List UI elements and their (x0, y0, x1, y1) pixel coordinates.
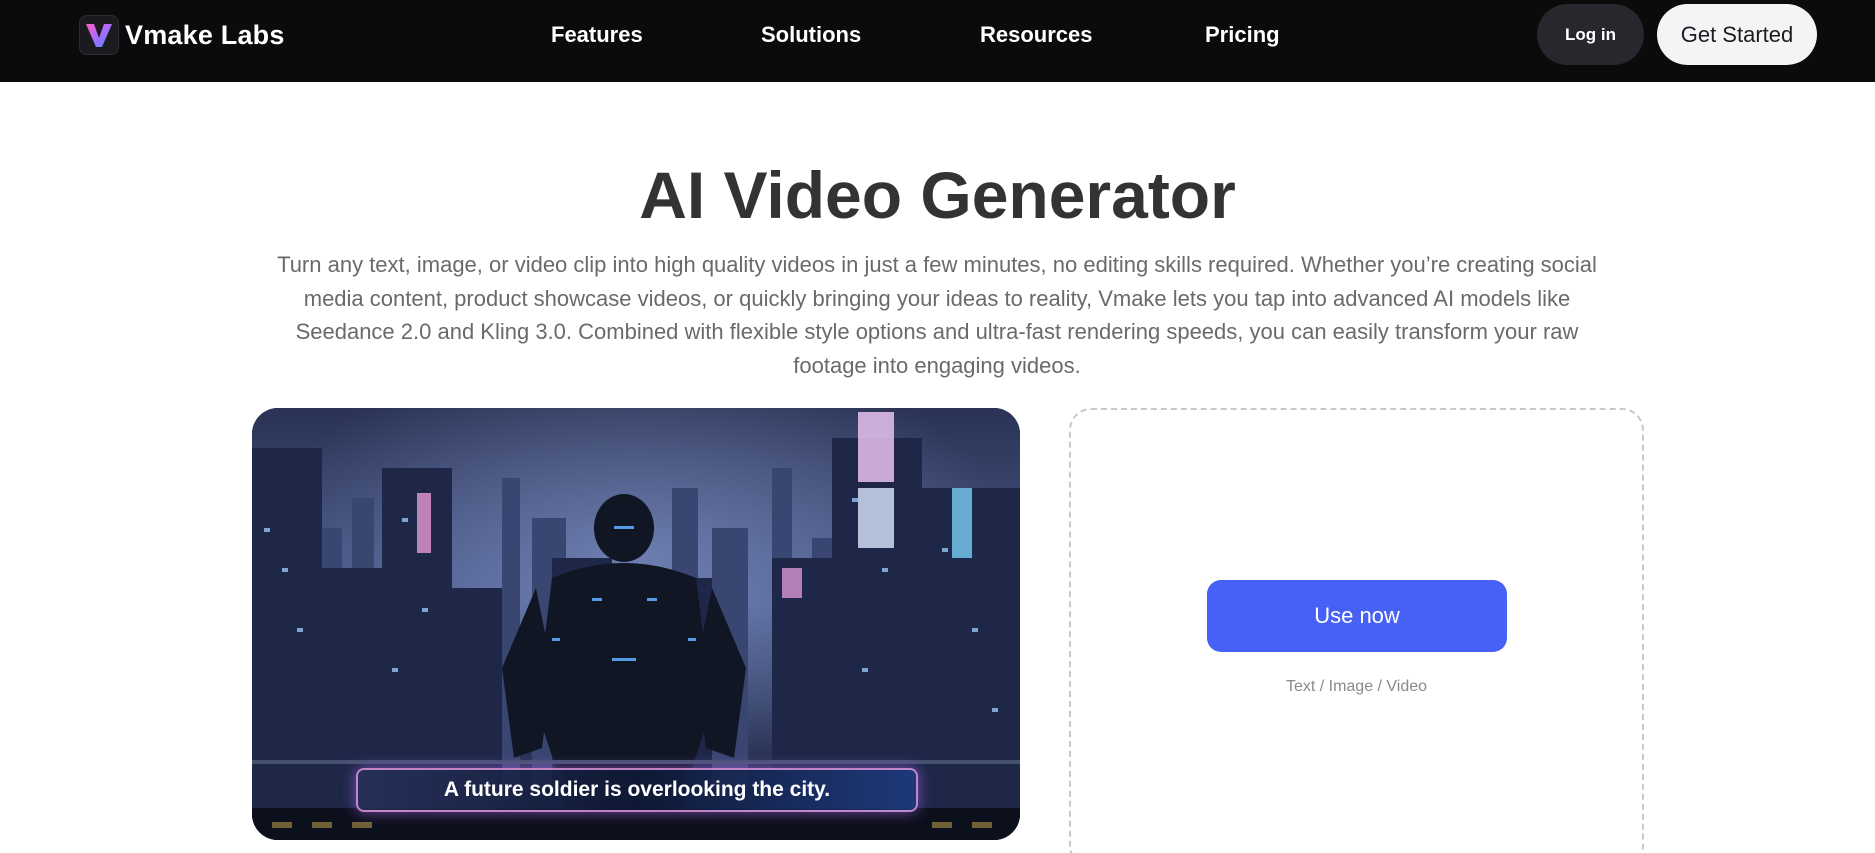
brand-name: Vmake Labs (125, 19, 285, 50)
nav-features[interactable]: Features (551, 21, 643, 49)
page-title: AI Video Generator (639, 158, 1236, 232)
supported-input-types: Text / Image / Video (1285, 678, 1428, 695)
nav-resources[interactable]: Resources (980, 21, 1093, 49)
page-description: Turn any text, image, or video clip into… (277, 252, 1597, 378)
use-now-button[interactable]: Use now (1207, 580, 1507, 652)
nav-solutions[interactable]: Solutions (761, 21, 861, 49)
preview-video[interactable]: A future soldier is overlooking the city… (252, 408, 1020, 840)
v-logo-icon (79, 15, 119, 55)
top-navigation-bar: Vmake Labs Features Solutions Resources … (0, 0, 1875, 82)
upload-dropzone[interactable]: Use now Text / Image / Video (1069, 408, 1644, 853)
get-started-button[interactable]: Get Started (1657, 4, 1817, 65)
nav-pricing[interactable]: Pricing (1205, 21, 1280, 49)
brand-logo[interactable]: Vmake Labs (79, 15, 285, 55)
preview-caption: A future soldier is overlooking the city… (356, 768, 918, 812)
login-button[interactable]: Log in (1537, 4, 1644, 65)
